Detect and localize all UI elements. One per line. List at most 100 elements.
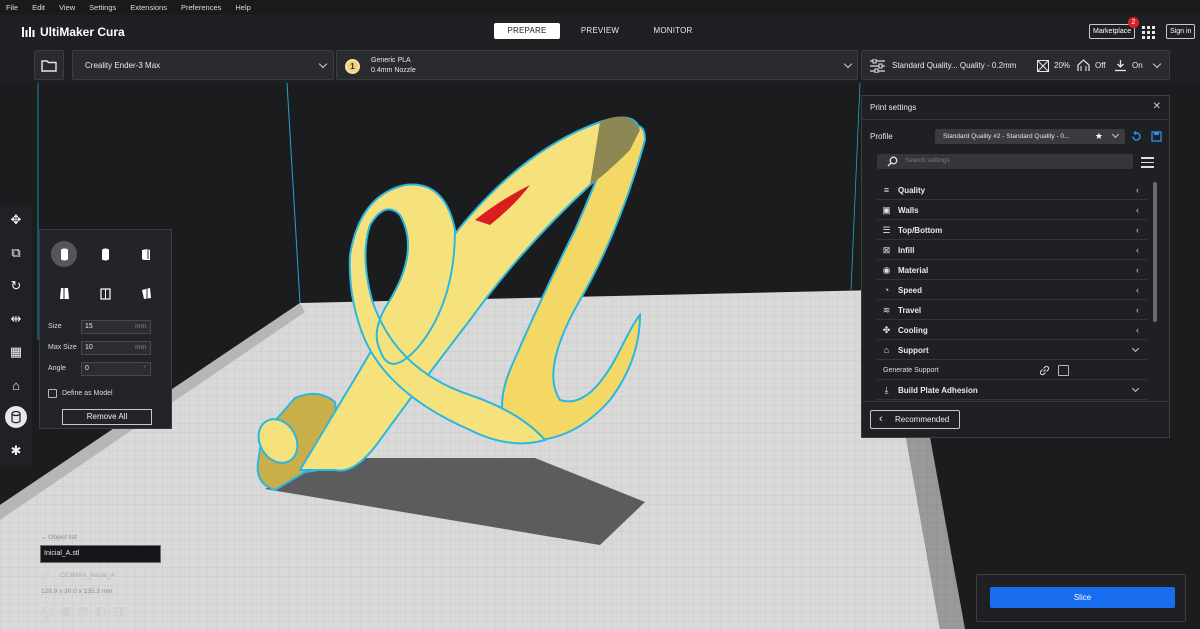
speed-icon: ◔ [883,285,890,295]
menu-settings[interactable]: Settings [89,3,116,12]
category-cooling[interactable]: ✤ Cooling ‹ [877,321,1147,340]
category-quality[interactable]: ≡ Quality ‹ [877,181,1147,200]
max-size-input[interactable]: 10 mm [81,341,151,355]
menu-extensions[interactable]: Extensions [130,3,167,12]
chevron-left-icon: ‹ [1136,245,1139,255]
signin-button[interactable]: Sign in [1166,24,1196,39]
close-icon[interactable]: ✕ [1153,101,1161,112]
view-top-icon[interactable] [77,606,89,618]
mirror-tool[interactable]: ⇹ [5,308,27,330]
shape-custom-button[interactable] [92,280,118,306]
pencil-icon[interactable] [41,570,51,580]
quality-icon: ≡ [883,185,890,195]
menu-edit[interactable]: Edit [32,3,45,12]
support-icon [1077,59,1090,71]
support-blocker-tool[interactable]: ⌂ [5,374,27,396]
chevron-left-icon: ‹ [1136,265,1139,275]
support-icon: ⌂ [883,345,890,355]
view-right-icon[interactable] [113,606,125,618]
category-label: Build Plate Adhesion [898,386,978,395]
menu-file[interactable]: File [6,3,18,12]
angle-input[interactable]: 0 ° [81,362,151,376]
per-model-settings-tool[interactable]: ▦ [5,341,27,363]
shape-abutment-button[interactable] [51,280,77,306]
chevron-left-icon: ‹ [1136,205,1139,215]
per-model-settings-icon: ▦ [9,344,23,359]
object-dimensions: 129.9 x 30.0 x 135.3 mm [41,588,113,595]
generate-support-row: Generate Support [877,361,1147,380]
category-build-plate-adhesion[interactable]: ⤓ Build Plate Adhesion [877,381,1147,400]
toolbar: Creality Ender-3 Max 1 Generic PLA 0.4mm… [0,47,1200,83]
object-list-item[interactable]: Inicial_A.stl [40,545,161,563]
view-left-icon[interactable] [95,606,107,618]
chevron-down-icon [1111,130,1120,139]
max-size-label: Max Size [48,344,77,351]
category-label: Infill [898,246,915,255]
tab-monitor[interactable]: MONITOR [640,23,706,39]
shape-cube-button[interactable] [133,241,159,267]
material-selector[interactable]: 1 Generic PLA 0.4mm Nozzle [336,50,858,80]
printer-selector[interactable]: Creality Ender-3 Max [72,50,334,80]
link-icon[interactable] [1039,365,1050,376]
size-label: Size [48,323,62,330]
settings-guide-tool[interactable]: ✱ [5,440,27,462]
menu-help[interactable]: Help [235,3,250,12]
size-unit: mm [135,323,146,330]
slice-button[interactable]: Slice [990,587,1175,608]
chevron-left-icon: ‹ [1136,305,1139,315]
remove-all-button[interactable]: Remove All [62,409,152,425]
save-icon[interactable] [1151,131,1162,142]
sliders-icon [870,59,885,73]
job-name[interactable]: CE3MAX_Inicial_A [60,572,115,579]
print-settings-selector[interactable]: Standard Quality... Quality - 0.2mm 20% … [861,50,1170,80]
cylinder-icon [11,410,21,423]
apps-grid-icon[interactable] [1142,26,1156,39]
infill-value: 20% [1054,61,1071,70]
app-title: UltiMaker Cura [40,25,125,39]
search-settings-input[interactable]: Search settings [877,154,1133,169]
open-file-button[interactable] [34,50,64,80]
marketplace-badge: 2 [1128,17,1139,28]
category-walls[interactable]: ▣ Walls ‹ [877,201,1147,220]
category-infill[interactable]: ⊠ Infill ‹ [877,241,1147,260]
size-input[interactable]: 15 mm [81,320,151,334]
generate-support-checkbox[interactable] [1058,365,1069,376]
chevron-down-icon [843,59,853,69]
category-top-bottom[interactable]: ☰ Top/Bottom ‹ [877,221,1147,240]
view-3d-icon[interactable] [41,606,53,619]
scale-tool[interactable]: ⧉ [5,242,27,264]
reset-icon[interactable] [1131,131,1142,142]
print-settings-title: Print settings [870,103,917,112]
custom-supports-tool[interactable] [5,406,27,428]
object-list-header[interactable]: ⌄ Object list [41,533,77,541]
recommended-button[interactable]: ‹ Recommended [870,410,960,429]
define-as-model-checkbox[interactable] [48,389,57,398]
recommended-label: Recommended [895,415,950,424]
chevron-down-icon [318,59,328,69]
menu-view[interactable]: View [59,3,75,12]
tab-prepare[interactable]: PREPARE [494,23,560,39]
category-support[interactable]: ⌂ Support [877,341,1147,360]
top-bottom-icon: ☰ [882,225,891,235]
profile-selector[interactable]: Standard Quality #2 - Standard Quality -… [935,129,1125,144]
menu-preferences[interactable]: Preferences [181,3,221,12]
view-front-icon[interactable] [59,606,71,618]
category-travel[interactable]: ≋ Travel ‹ [877,301,1147,320]
settings-scrollbar[interactable] [1153,182,1157,322]
settings-menu-icon[interactable] [1141,157,1154,171]
category-material[interactable]: ◉ Material ‹ [877,261,1147,280]
star-icon[interactable]: ★ [1095,129,1103,144]
chevron-down-icon [1152,59,1162,69]
rotate-tool[interactable]: ↻ [5,275,27,297]
custom-shape-icon [99,287,111,300]
profile-value: Standard Quality #2 - Standard Quality -… [943,133,1070,140]
move-tool[interactable]: ✥ [5,209,27,231]
shape-freeform-button[interactable] [133,280,159,306]
shape-cylinder-button[interactable] [51,241,77,267]
category-speed[interactable]: ◔ Speed ‹ [877,281,1147,300]
category-label: Speed [898,286,923,295]
shape-tube-button[interactable] [92,241,118,267]
nozzle-size: 0.4mm Nozzle [371,67,416,74]
marketplace-button[interactable]: Marketplace [1089,24,1136,39]
tab-preview[interactable]: PREVIEW [567,23,633,39]
